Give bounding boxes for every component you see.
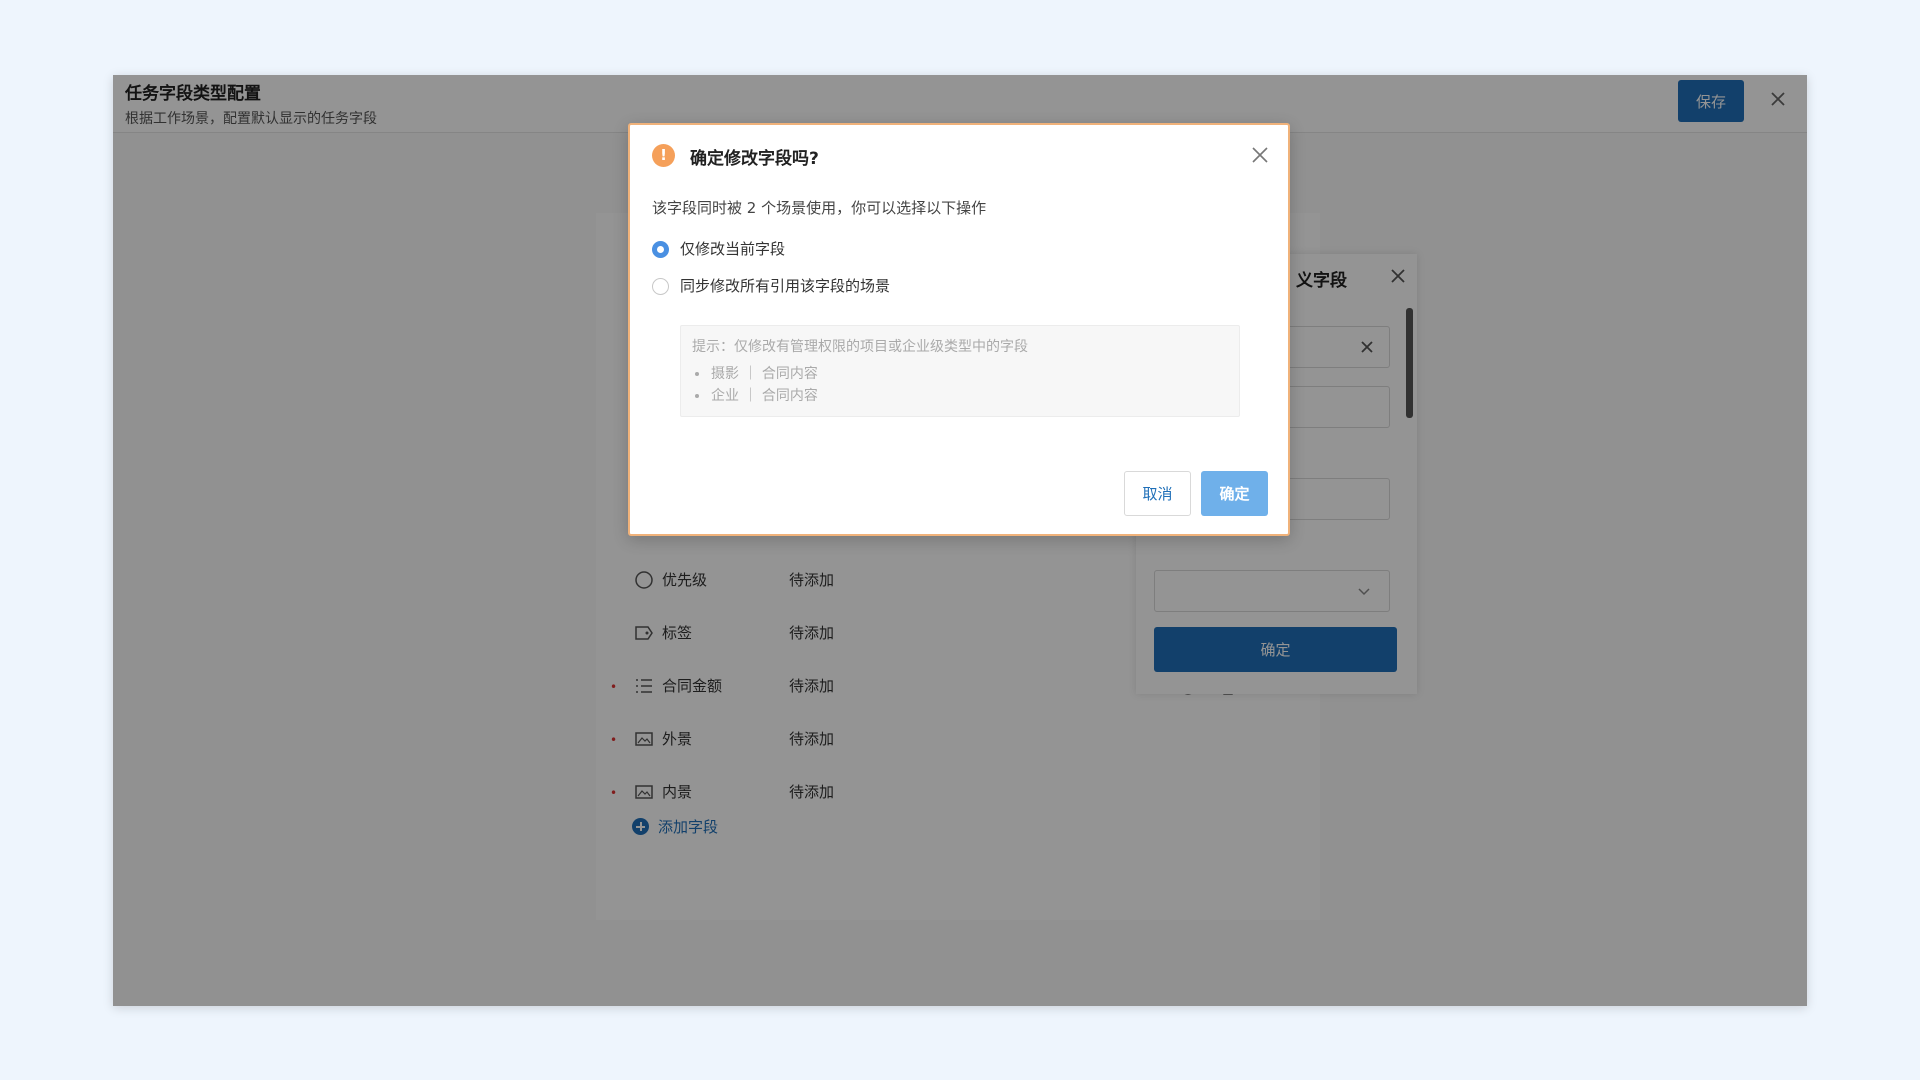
confirm-modify-dialog: ! 确定修改字段吗? 该字段同时被 2 个场景使用，你可以选择以下操作 仅修改当… xyxy=(628,123,1290,536)
hint-title: 提示：仅修改有管理权限的项目或企业级类型中的字段 xyxy=(692,339,1028,355)
dialog-description: 该字段同时被 2 个场景使用，你可以选择以下操作 xyxy=(652,199,987,217)
dialog-title: 确定修改字段吗? xyxy=(690,149,819,169)
hint-item: 企业 ｜ 合同内容 xyxy=(695,385,818,405)
radio-sync-all[interactable]: 同步修改所有引用该字段的场景 xyxy=(652,275,952,297)
hint-item: 摄影 ｜ 合同内容 xyxy=(695,363,818,383)
confirm-button[interactable]: 确定 xyxy=(1201,471,1268,516)
radio-checked-icon[interactable] xyxy=(652,241,669,258)
radio-label: 同步修改所有引用该字段的场景 xyxy=(680,277,891,295)
radio-modify-current[interactable]: 仅修改当前字段 xyxy=(652,238,952,260)
radio-unchecked-icon[interactable] xyxy=(652,278,669,295)
hint-box: 提示：仅修改有管理权限的项目或企业级类型中的字段 摄影 ｜ 合同内容 企业 ｜ … xyxy=(680,325,1240,417)
warning-icon: ! xyxy=(652,144,675,167)
close-icon[interactable] xyxy=(1250,145,1270,165)
radio-label: 仅修改当前字段 xyxy=(680,240,786,258)
cancel-button[interactable]: 取消 xyxy=(1124,471,1191,516)
